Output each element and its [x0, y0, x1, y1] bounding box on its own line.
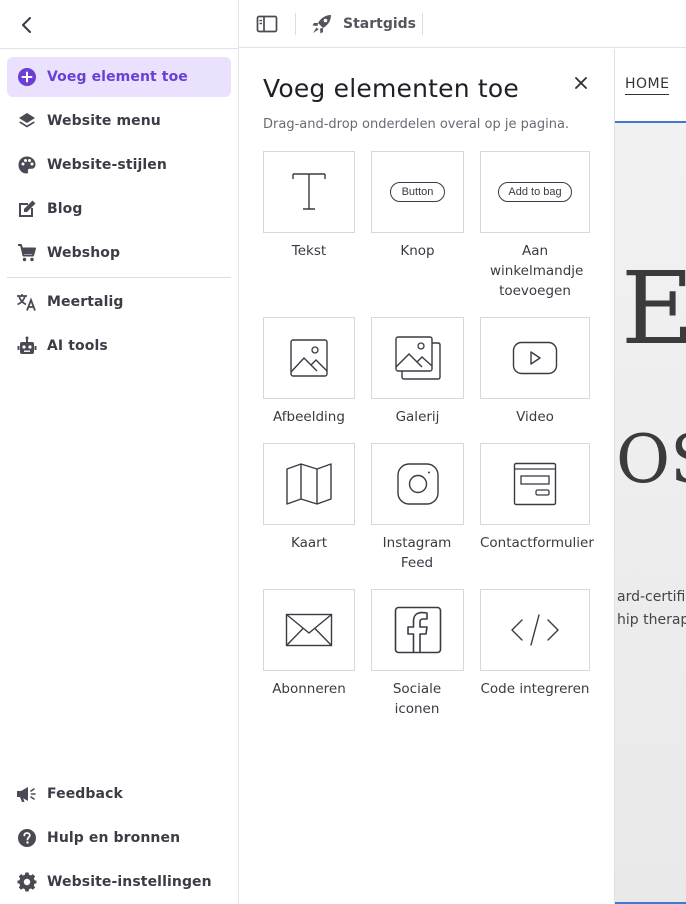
sidebar-item-label: Hulp en bronnen [47, 830, 181, 846]
preview-heading-fragment: E [621, 259, 686, 359]
element-tile-label: Video [516, 409, 554, 425]
element-tile-label: Abonneren [272, 681, 346, 697]
panel-title: Voeg elementen toe [263, 74, 519, 103]
sidebar-item-label: Meertalig [47, 294, 124, 310]
toolbar-divider [422, 13, 423, 35]
panel-subtitle: Drag-and-drop onderdelen overal op je pa… [263, 117, 570, 132]
video-icon [480, 317, 590, 399]
element-tile-label: Contactformulier [480, 535, 594, 551]
toolbar-divider [295, 13, 296, 35]
palette-icon [16, 154, 38, 176]
element-tile-label: Code integreren [480, 681, 590, 697]
sidebar-item-help[interactable]: Hulp en bronnen [7, 818, 231, 858]
element-tile-label: Afbeelding [273, 409, 345, 425]
sidebar-item-webshop[interactable]: Webshop [7, 233, 231, 273]
button-preview-text: Button [389, 182, 446, 202]
top-toolbar: Startgids [239, 0, 686, 48]
element-tile-label: Kaart [290, 535, 327, 551]
help-icon [16, 827, 38, 849]
sidebar-item-label: Website-stijlen [47, 157, 167, 173]
add-to-cart-icon: Add to bag [480, 151, 590, 233]
sidebar-item-website-settings[interactable]: Website-instellingen [7, 862, 231, 902]
close-icon [575, 77, 587, 89]
website-preview[interactable]: HOME E OS ard-certifi hip therap [614, 49, 686, 904]
startgids-button[interactable]: Startgids [311, 10, 416, 38]
startgids-label: Startgids [343, 16, 416, 32]
element-tile-label: Instagram Feed [382, 535, 452, 571]
preview-navbar: HOME [615, 49, 686, 123]
element-tile-label: Knop [400, 243, 435, 259]
form-icon [480, 443, 590, 525]
sidebar-item-ai-tools[interactable]: AI tools [7, 326, 231, 366]
element-tile-add-to-cart[interactable]: Add to bag Aan winkelmandje toevoegen [480, 151, 590, 301]
sidebar-item-add-element[interactable]: Voeg element toe [7, 57, 231, 97]
element-tile-contact-form[interactable]: Contactformulier [480, 443, 594, 553]
megaphone-icon [16, 783, 38, 805]
element-tile-button[interactable]: Button Knop [371, 151, 464, 261]
button-icon: Button [371, 151, 464, 233]
rocket-icon [312, 15, 331, 34]
element-tile-label: Galerij [395, 409, 440, 425]
preview-body-text: hip therap [617, 612, 686, 628]
sidebar: Voeg element toe Website menu Website-st… [0, 0, 239, 904]
sidebar-toggle-icon [256, 15, 278, 33]
panel-toggle-button[interactable] [255, 12, 279, 36]
element-tile-text[interactable]: Tekst [263, 151, 355, 261]
gear-icon [16, 871, 38, 893]
sidebar-item-label: Website-instellingen [47, 874, 212, 890]
facebook-icon [371, 589, 464, 671]
sidebar-item-website-styles[interactable]: Website-stijlen [7, 145, 231, 185]
add-elements-panel: Voeg elementen toe Drag-and-drop onderde… [239, 49, 614, 904]
sidebar-divider [7, 277, 231, 278]
element-tile-image[interactable]: Afbeelding [263, 317, 355, 427]
sidebar-item-feedback[interactable]: Feedback [7, 774, 231, 814]
preview-heading-fragment: OS [616, 421, 686, 498]
layers-icon [16, 110, 38, 132]
preview-nav-home-link[interactable]: HOME [625, 76, 670, 95]
element-tile-social-icons[interactable]: Sociale iconen [371, 589, 464, 719]
gallery-icon [371, 317, 464, 399]
sidebar-item-label: Feedback [47, 786, 123, 802]
image-icon [263, 317, 355, 399]
sidebar-item-label: Blog [47, 201, 83, 217]
element-tile-video[interactable]: Video [480, 317, 590, 427]
cart-icon [16, 242, 38, 264]
sidebar-item-multilingual[interactable]: Meertalig [7, 282, 231, 322]
code-icon [480, 589, 590, 671]
element-tile-label: Aan winkelmandje toevoegen [490, 243, 584, 299]
element-tile-map[interactable]: Kaart [263, 443, 355, 553]
element-tile-label: Tekst [291, 243, 327, 259]
chevron-left-icon [22, 17, 31, 33]
element-tile-instagram[interactable]: Instagram Feed [371, 443, 464, 573]
instagram-icon [371, 443, 464, 525]
text-icon [263, 151, 355, 233]
sidebar-item-blog[interactable]: Blog [7, 189, 231, 229]
sidebar-item-label: Webshop [47, 245, 121, 261]
element-tile-subscribe[interactable]: Abonneren [263, 589, 355, 699]
robot-icon [16, 335, 38, 357]
sidebar-item-label: Voeg element toe [47, 69, 188, 85]
sidebar-header-divider [0, 48, 239, 49]
translate-icon [16, 291, 38, 313]
sidebar-item-label: Website menu [47, 113, 161, 129]
preview-body-text: ard-certifi [617, 589, 686, 605]
element-tile-label: Sociale iconen [392, 681, 442, 717]
edit-icon [16, 198, 38, 220]
map-icon [263, 443, 355, 525]
back-button[interactable] [14, 12, 40, 38]
envelope-icon [263, 589, 355, 671]
sidebar-item-label: AI tools [47, 338, 108, 354]
close-panel-button[interactable] [570, 72, 592, 94]
add-to-bag-preview-text: Add to bag [498, 182, 572, 202]
element-tile-embed-code[interactable]: Code integreren [480, 589, 590, 699]
element-tile-gallery[interactable]: Galerij [371, 317, 464, 427]
sidebar-item-website-menu[interactable]: Website menu [7, 101, 231, 141]
plus-circle-icon [16, 66, 38, 88]
